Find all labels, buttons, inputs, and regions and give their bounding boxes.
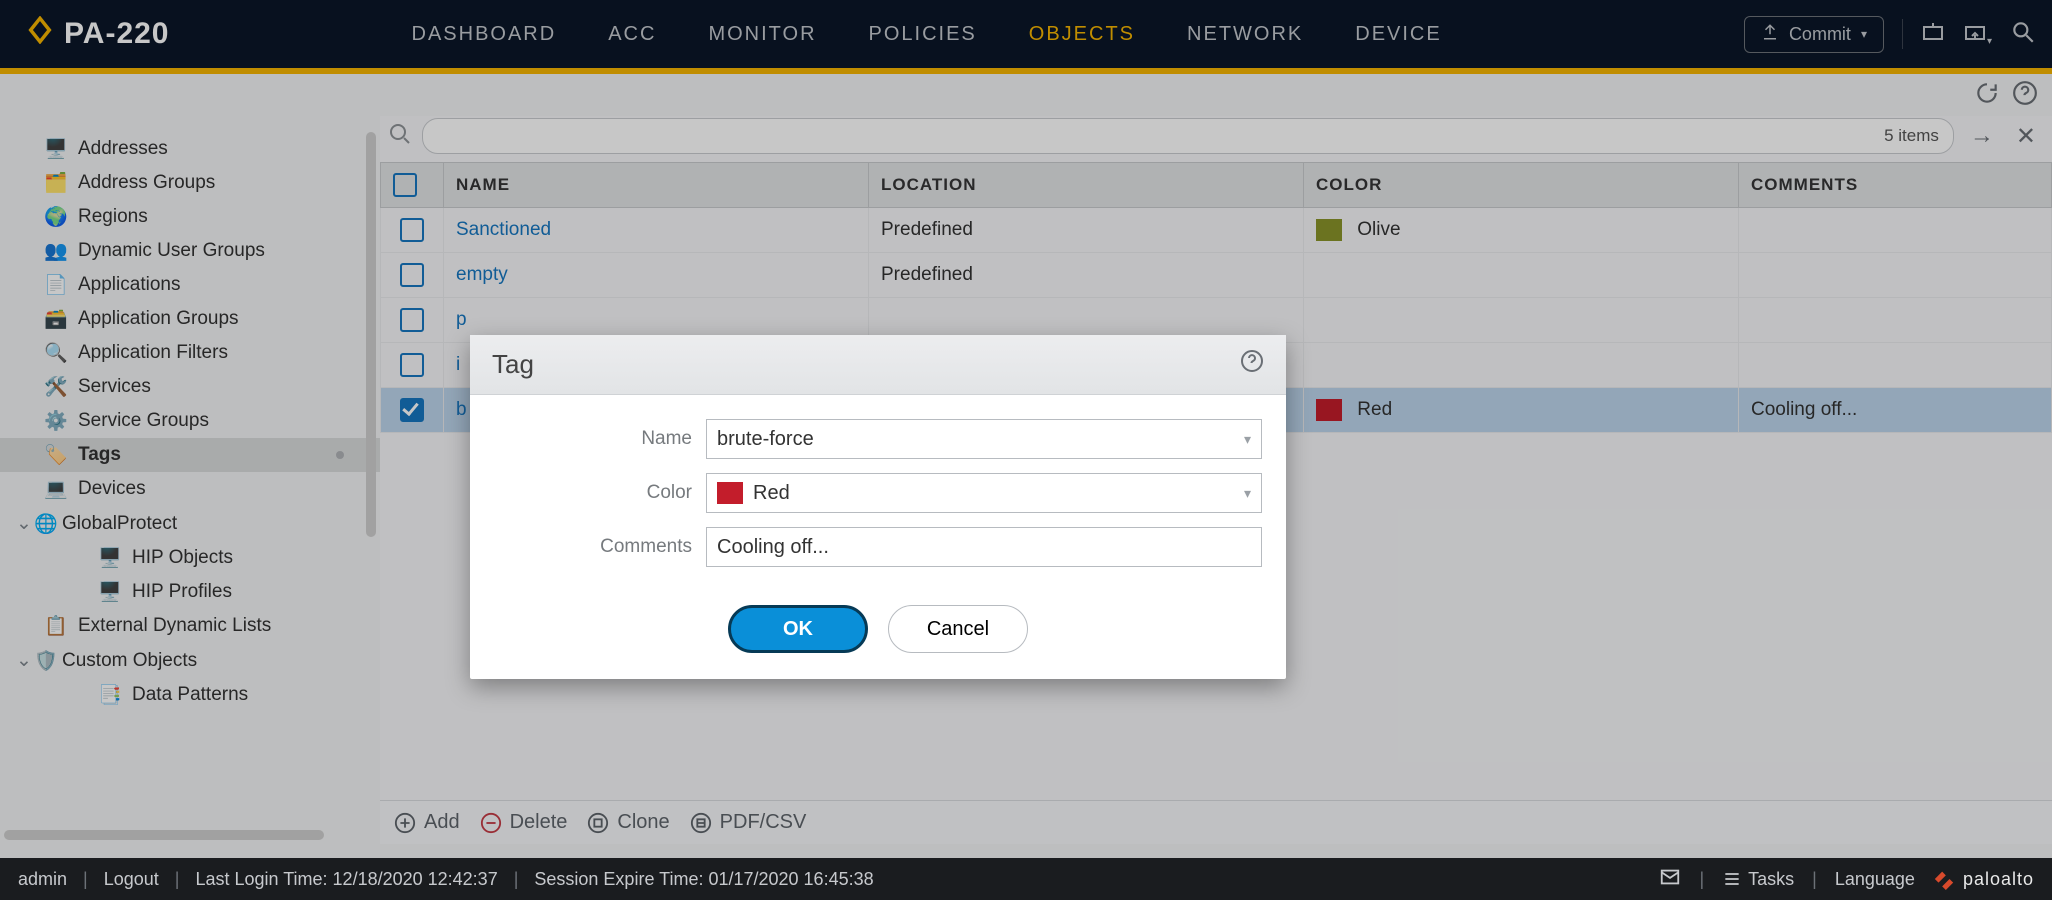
chevron-down-icon: ▾ [1236, 431, 1251, 448]
session-expire-text: Session Expire Time: 01/17/2020 16:45:38 [534, 869, 873, 890]
comments-input[interactable]: Cooling off... [706, 527, 1262, 567]
last-login-text: Last Login Time: 12/18/2020 12:42:37 [195, 869, 497, 890]
logout-link[interactable]: Logout [104, 869, 159, 890]
name-label: Name [494, 428, 692, 450]
footer-user: admin [18, 869, 67, 890]
chevron-down-icon: ▾ [1236, 485, 1251, 502]
dialog-title: Tag [492, 349, 534, 380]
color-select[interactable]: Red ▾ [706, 473, 1262, 513]
name-value: brute-force [717, 428, 814, 451]
vendor-logo: paloalto [1933, 868, 2034, 890]
dialog-body: Name brute-force ▾ Color Red ▾ Comments C… [470, 395, 1286, 587]
cancel-button[interactable]: Cancel [888, 605, 1028, 653]
form-row-name: Name brute-force ▾ [494, 419, 1262, 459]
color-swatch-icon [717, 482, 743, 504]
status-bar: admin | Logout | Last Login Time: 12/18/… [0, 858, 2052, 900]
color-value-wrap: Red [717, 482, 790, 505]
messages-icon[interactable] [1659, 866, 1681, 893]
tasks-link[interactable]: Tasks [1722, 869, 1794, 890]
form-row-color: Color Red ▾ [494, 473, 1262, 513]
language-link[interactable]: Language [1835, 869, 1915, 890]
color-value: Red [753, 482, 790, 504]
dialog-footer: OK Cancel [470, 587, 1286, 679]
dialog-titlebar: Tag [470, 335, 1286, 395]
comments-label: Comments [494, 536, 692, 558]
vendor-text: paloalto [1963, 869, 2034, 890]
ok-button[interactable]: OK [728, 605, 868, 653]
comments-value: Cooling off... [717, 536, 829, 559]
name-input[interactable]: brute-force ▾ [706, 419, 1262, 459]
color-label: Color [494, 482, 692, 504]
form-row-comments: Comments Cooling off... [494, 527, 1262, 567]
help-icon[interactable] [1240, 349, 1264, 380]
tag-dialog: Tag Name brute-force ▾ Color Red ▾ Commen… [470, 335, 1286, 679]
